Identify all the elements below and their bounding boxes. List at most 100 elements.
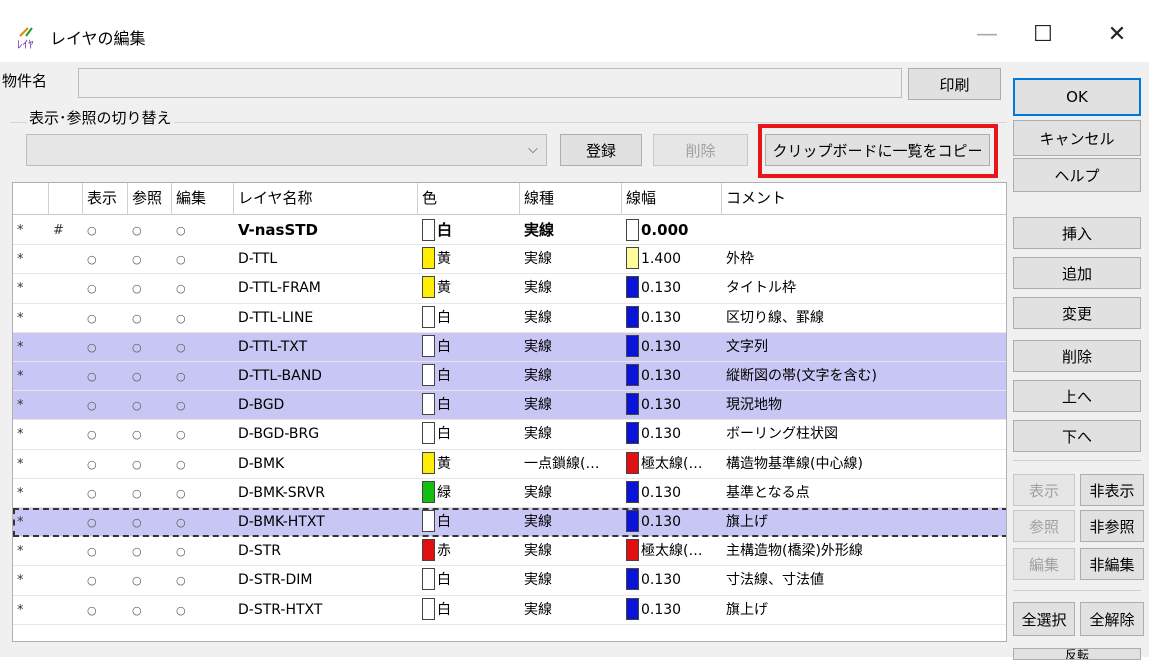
cell-hash[interactable] [49,566,83,595]
cell-line[interactable]: 実線 [520,362,622,391]
cell-name[interactable]: D-BMK [234,450,418,479]
cell-ref[interactable]: ○ [128,479,172,508]
table-row[interactable]: * ○ ○ ○ D-BMK-HTXT 白 実線 0.130 旗上げ [13,508,1006,538]
cell-hash[interactable] [49,537,83,566]
table-row[interactable]: * ○ ○ ○ D-BGD 白 実線 0.130 現況地物 [13,391,1006,421]
cell-comment[interactable]: 寸法線、寸法値 [722,566,1006,595]
cell-name[interactable]: D-TTL-LINE [234,304,418,333]
cell-line[interactable]: 実線 [520,420,622,449]
cell-width[interactable]: 0.130 [622,420,722,449]
table-row[interactable]: * ○ ○ ○ D-TTL-BAND 白 実線 0.130 縦断図の帯(文字を含む) [13,362,1006,392]
cell-width[interactable]: 0.000 [622,216,722,245]
cell-color-name[interactable]: 白 [418,216,520,245]
cell-line[interactable]: 実線 [520,274,622,303]
cell-line[interactable]: 実線 [520,391,622,420]
cell-name[interactable]: D-BGD [234,391,418,420]
cell-edit[interactable]: ○ [172,245,234,274]
cell-star[interactable]: * [13,508,49,537]
header-layer-name[interactable]: レイヤ名称 [234,183,418,215]
cell-color-name[interactable]: 黄 [418,274,520,303]
table-row[interactable]: * ○ ○ ○ D-BMK-SRVR 緑 実線 0.130 基準となる点 [13,479,1006,508]
cell-line[interactable]: 実線 [520,245,622,274]
cell-ref[interactable]: ○ [128,304,172,333]
cell-hash[interactable] [49,245,83,274]
cell-name[interactable]: D-BMK-HTXT [234,508,418,537]
cell-edit[interactable]: ○ [172,420,234,449]
cell-show[interactable]: ○ [83,450,128,479]
cell-show[interactable]: ○ [83,391,128,420]
cell-star[interactable]: * [13,216,49,245]
cell-width[interactable]: 0.130 [622,566,722,595]
cell-color-name[interactable]: 白 [418,420,520,449]
cell-width[interactable]: 極太線(… [622,537,722,566]
cell-show[interactable]: ○ [83,596,128,625]
cell-hash[interactable] [49,508,83,537]
cell-comment[interactable]: 主構造物(橋梁)外形線 [722,537,1006,566]
maximize-button[interactable]: ☐ [1020,14,1066,54]
header-edit[interactable]: 編集 [172,183,234,215]
cell-ref[interactable]: ○ [128,274,172,303]
cell-star[interactable]: * [13,333,49,362]
cell-color-name[interactable]: 黄 [418,245,520,274]
move-up-button[interactable]: 上へ [1013,380,1141,412]
cell-line[interactable]: 実線 [520,333,622,362]
cell-show[interactable]: ○ [83,537,128,566]
table-row[interactable]: * ○ ○ ○ D-TTL-TXT 白 実線 0.130 文字列 [13,332,1006,362]
cell-name[interactable]: D-STR-HTXT [234,596,418,625]
cell-color-name[interactable]: 白 [418,508,520,537]
deselect-all-button[interactable]: 全解除 [1080,602,1144,636]
header-color[interactable]: 色 [418,183,520,215]
cell-line[interactable]: 実線 [520,537,622,566]
cell-ref[interactable]: ○ [128,391,172,420]
table-row[interactable]: * # ○ ○ ○ V-nasSTD 白 実線 0.000 [13,216,1006,246]
cell-comment[interactable]: 構造物基準線(中心線) [722,450,1006,479]
cell-show[interactable]: ○ [83,362,128,391]
cell-edit[interactable]: ○ [172,537,234,566]
cell-color-name[interactable]: 黄 [418,450,520,479]
cell-width[interactable]: 0.130 [622,391,722,420]
cell-edit[interactable]: ○ [172,566,234,595]
table-row[interactable]: * ○ ○ ○ D-TTL-LINE 白 実線 0.130 区切り線、罫線 [13,304,1006,333]
cell-hash[interactable] [49,304,83,333]
cell-color-name[interactable]: 白 [418,596,520,625]
table-row[interactable]: * ○ ○ ○ D-TTL 黄 実線 1.400 外枠 [13,245,1006,275]
select-all-button[interactable]: 全選択 [1013,602,1075,636]
cell-name[interactable]: D-BMK-SRVR [234,479,418,508]
cell-star[interactable]: * [13,391,49,420]
cell-ref[interactable]: ○ [128,362,172,391]
cell-color-name[interactable]: 白 [418,333,520,362]
cell-width[interactable]: 極太線(… [622,450,722,479]
cell-edit[interactable]: ○ [172,596,234,625]
cell-line[interactable]: 実線 [520,479,622,508]
header-ref[interactable]: 参照 [128,183,172,215]
cell-ref[interactable]: ○ [128,245,172,274]
cell-star[interactable]: * [13,450,49,479]
cell-star[interactable]: * [13,420,49,449]
invert-button[interactable]: 反転 [1013,648,1141,660]
cell-edit[interactable]: ○ [172,479,234,508]
cell-hash[interactable] [49,333,83,362]
cell-comment[interactable]: 外枠 [722,245,1006,274]
edit-button[interactable]: 編集 [1013,548,1075,580]
cell-ref[interactable]: ○ [128,450,172,479]
cell-show[interactable]: ○ [83,479,128,508]
cell-star[interactable]: * [13,479,49,508]
cell-line[interactable]: 実線 [520,566,622,595]
cell-comment[interactable]: 基準となる点 [722,479,1006,508]
cell-line[interactable]: 一点鎖線(… [520,450,622,479]
cell-width[interactable]: 1.400 [622,245,722,274]
header-line-width[interactable]: 線幅 [622,183,722,215]
cell-edit[interactable]: ○ [172,508,234,537]
change-button[interactable]: 変更 [1013,297,1141,329]
delete-layer-button[interactable]: 削除 [1013,340,1141,372]
cell-width[interactable]: 0.130 [622,304,722,333]
help-button[interactable]: ヘルプ [1013,158,1141,192]
cell-star[interactable]: * [13,362,49,391]
cell-ref[interactable]: ○ [128,216,172,245]
cell-hash[interactable] [49,274,83,303]
cell-hash[interactable] [49,479,83,508]
cell-edit[interactable]: ○ [172,304,234,333]
cell-show[interactable]: ○ [83,333,128,362]
cell-ref[interactable]: ○ [128,508,172,537]
cell-width[interactable]: 0.130 [622,508,722,537]
